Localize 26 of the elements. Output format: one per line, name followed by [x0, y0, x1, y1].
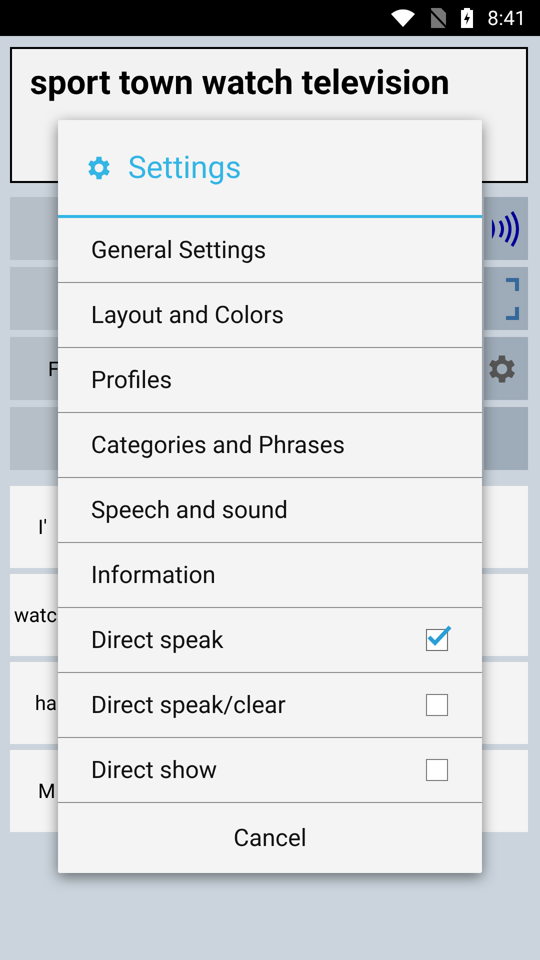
- checkbox[interactable]: [426, 759, 448, 781]
- toolbar-button[interactable]: [484, 267, 528, 330]
- menu-item[interactable]: General Settings: [58, 218, 482, 283]
- phrase-text: I': [37, 515, 47, 539]
- menu-item[interactable]: Layout and Colors: [58, 283, 482, 348]
- battery-icon: [461, 8, 474, 28]
- speaker-icon: [490, 208, 520, 248]
- dialog-title: Settings: [128, 149, 242, 186]
- menu-item[interactable]: Information: [58, 543, 482, 608]
- display-text: sport town watch television: [30, 63, 450, 103]
- menu-item[interactable]: Direct show: [58, 738, 482, 803]
- toolbar-button[interactable]: [484, 337, 528, 400]
- cancel-button[interactable]: Cancel: [58, 803, 482, 873]
- no-sim-icon: [429, 8, 448, 28]
- menu-item[interactable]: Speech and sound: [58, 478, 482, 543]
- toolbar-button[interactable]: [484, 197, 528, 260]
- menu-item[interactable]: Direct speak/clear: [58, 673, 482, 738]
- phrase-text: M: [37, 779, 56, 803]
- phrase-text: watc: [13, 603, 57, 627]
- phrase-text: ha: [34, 691, 57, 715]
- wifi-icon: [391, 9, 416, 27]
- menu-item[interactable]: Categories and Phrases: [58, 413, 482, 478]
- menu-item[interactable]: Profiles: [58, 348, 482, 413]
- bracket-icon: [506, 278, 520, 320]
- checkbox[interactable]: [426, 694, 448, 716]
- status-time: 8:41: [487, 6, 526, 30]
